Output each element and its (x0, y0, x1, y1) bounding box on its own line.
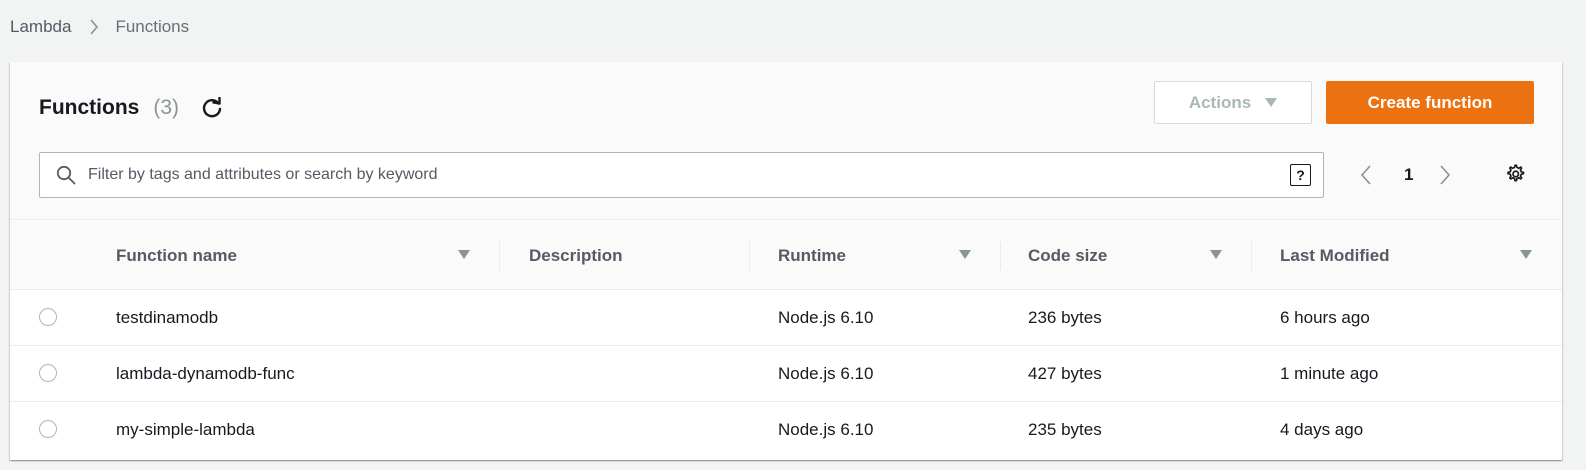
function-runtime: Node.js 6.10 (778, 364, 874, 383)
chevron-right-icon (89, 19, 99, 35)
column-divider (499, 242, 500, 270)
help-icon[interactable]: ? (1290, 164, 1311, 186)
caret-down-icon[interactable] (1210, 250, 1222, 259)
function-code-size: 236 bytes (1028, 308, 1102, 327)
row-select-radio[interactable] (39, 308, 57, 326)
function-last-modified: 1 minute ago (1280, 364, 1379, 383)
refresh-icon[interactable] (201, 97, 223, 119)
functions-panel: Functions (3) Actions Create function Fi… (10, 62, 1562, 460)
table-header: Function name Description Runtime Code s… (10, 221, 1562, 290)
caret-down-icon[interactable] (1520, 250, 1532, 259)
create-function-button[interactable]: Create function (1326, 81, 1534, 124)
column-header-code-size[interactable]: Code size (1028, 221, 1107, 290)
column-header-description: Description (529, 245, 623, 265)
actions-button-label: Actions (1188, 92, 1252, 112)
row-select-radio[interactable] (39, 364, 57, 382)
column-divider (1251, 242, 1252, 270)
function-code-size: 235 bytes (1028, 420, 1102, 439)
function-name-link[interactable]: my-simple-lambda (116, 402, 255, 458)
gear-icon[interactable] (1504, 163, 1526, 185)
function-last-modified: 6 hours ago (1280, 308, 1370, 327)
table-row[interactable]: testdinamodb Node.js 6.10 236 bytes 6 ho… (10, 290, 1562, 346)
caret-down-icon (1265, 98, 1278, 107)
previous-page-icon[interactable] (1360, 164, 1372, 186)
column-divider (749, 242, 750, 270)
panel-header: Functions (3) Actions Create function Fi… (10, 62, 1562, 220)
column-header-last-modified[interactable]: Last Modified (1280, 221, 1390, 290)
search-box: ? (39, 152, 1324, 198)
caret-down-icon[interactable] (959, 250, 971, 259)
search-input[interactable] (88, 166, 1268, 184)
create-function-label: Create function (1367, 92, 1493, 112)
function-code-size: 427 bytes (1028, 364, 1102, 383)
row-select-radio[interactable] (39, 420, 57, 438)
column-header-runtime[interactable]: Runtime (778, 221, 846, 290)
column-header-function-name[interactable]: Function name (116, 221, 237, 290)
function-name-link[interactable]: testdinamodb (116, 290, 218, 346)
caret-down-icon[interactable] (458, 250, 470, 259)
column-divider (1000, 242, 1001, 270)
function-runtime: Node.js 6.10 (778, 420, 874, 439)
next-page-icon[interactable] (1439, 164, 1451, 186)
breadcrumb: Lambda Functions (10, 14, 189, 40)
function-last-modified: 4 days ago (1280, 420, 1364, 439)
page-title-text: Functions (39, 96, 140, 119)
actions-button[interactable]: Actions (1154, 81, 1312, 124)
table-row[interactable]: lambda-dynamodb-func Node.js 6.10 427 by… (10, 346, 1562, 402)
pagination: 1 (1360, 160, 1451, 190)
current-page-number[interactable]: 1 (1404, 165, 1413, 185)
page-title: Functions (3) (39, 93, 223, 123)
search-icon (56, 165, 76, 185)
function-name-link[interactable]: lambda-dynamodb-func (116, 346, 295, 402)
function-count: (3) (153, 96, 179, 119)
functions-table: Function name Description Runtime Code s… (10, 221, 1562, 458)
breadcrumb-lambda-link[interactable]: Lambda (10, 17, 71, 37)
breadcrumb-current: Functions (115, 17, 190, 36)
table-row[interactable]: my-simple-lambda Node.js 6.10 235 bytes … (10, 402, 1562, 458)
function-runtime: Node.js 6.10 (778, 308, 874, 327)
